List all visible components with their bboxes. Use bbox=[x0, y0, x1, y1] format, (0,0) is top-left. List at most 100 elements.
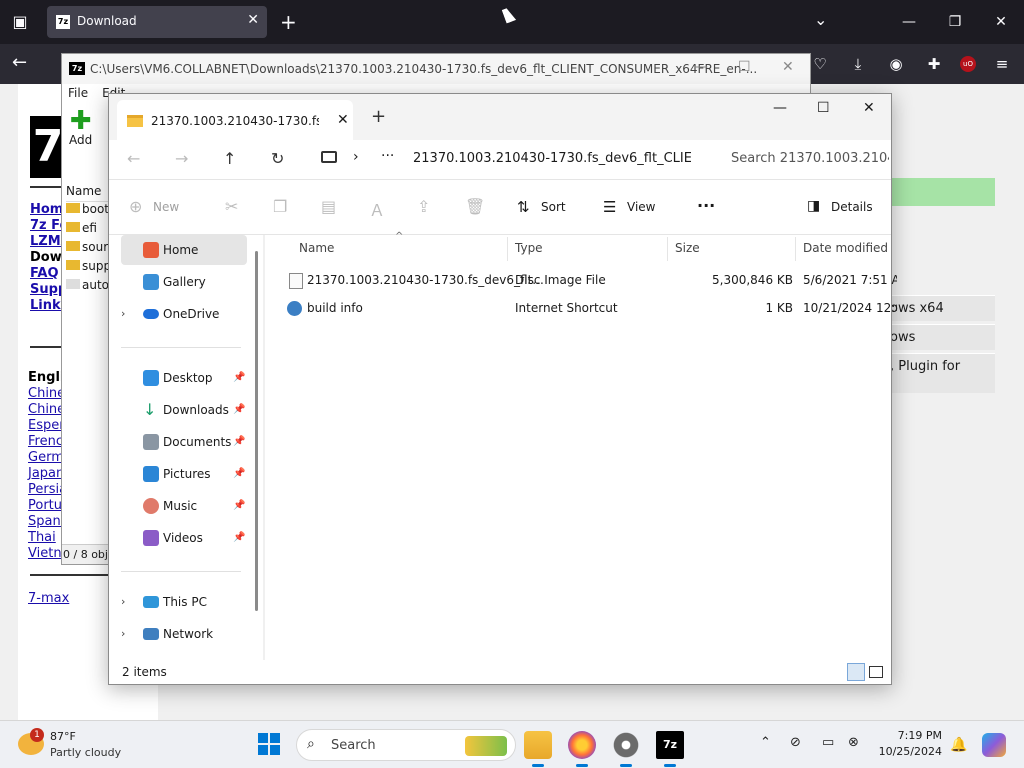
more-options-button[interactable]: ··· bbox=[697, 196, 715, 215]
close-tab-icon[interactable]: ✕ bbox=[337, 112, 349, 128]
chevron-right-icon[interactable]: › bbox=[121, 299, 125, 329]
maximize-icon[interactable]: ☐ bbox=[817, 100, 830, 116]
firefox-taskbar-icon[interactable] bbox=[568, 731, 596, 767]
tab-list-icon[interactable]: ▣ bbox=[8, 10, 32, 34]
close-window-icon[interactable]: ✕ bbox=[978, 0, 1024, 44]
pin-icon[interactable]: 📌 bbox=[233, 523, 245, 553]
minimize-icon[interactable]: — bbox=[773, 100, 787, 116]
table-row[interactable]: 21370.1003.210430-1730.fs_dev6_flt... Di… bbox=[281, 267, 897, 293]
column-header-date[interactable]: Date modified bbox=[803, 241, 888, 255]
minimize-icon[interactable]: — bbox=[886, 0, 932, 44]
table-row[interactable]: build info Internet Shortcut 1 KB 10/21/… bbox=[281, 295, 897, 321]
display-icon[interactable]: ▭ bbox=[822, 735, 834, 750]
nav-item-pictures[interactable]: Pictures 📌 bbox=[121, 459, 247, 489]
add-button[interactable]: ✚ Add bbox=[69, 108, 92, 147]
details-button[interactable]: Details bbox=[831, 200, 873, 214]
nav-scrollbar[interactable] bbox=[255, 251, 258, 611]
close-tab-icon[interactable]: ✕ bbox=[247, 12, 259, 28]
chevron-right-icon[interactable]: › bbox=[121, 587, 125, 617]
column-header-name[interactable]: Name bbox=[299, 241, 334, 255]
copilot-icon[interactable] bbox=[982, 733, 1006, 757]
list-item[interactable]: sources bbox=[66, 240, 112, 259]
up-icon[interactable]: ↑ bbox=[223, 149, 236, 168]
rename-icon[interactable]: Ａ bbox=[369, 197, 385, 221]
network-off-icon[interactable]: ⊘ bbox=[790, 735, 801, 750]
bell-icon[interactable]: 🔔 bbox=[950, 737, 967, 753]
clock[interactable]: 7:19 PM 10/25/2024 bbox=[872, 728, 942, 760]
menu-file[interactable]: File bbox=[68, 86, 88, 100]
share-icon[interactable]: ⇪ bbox=[417, 197, 430, 216]
nav-item-music[interactable]: Music 📌 bbox=[121, 491, 247, 521]
pin-icon[interactable]: 📌 bbox=[233, 363, 245, 393]
weather-temperature[interactable]: 87°F bbox=[50, 730, 76, 743]
link-7-max[interactable]: 7-max bbox=[28, 591, 69, 606]
restore-icon[interactable]: ❐ bbox=[932, 0, 978, 44]
nav-item-downloads[interactable]: ↓ Downloads 📌 bbox=[121, 395, 247, 425]
cut-icon[interactable]: ✂ bbox=[225, 197, 238, 216]
pin-icon[interactable]: 📌 bbox=[233, 491, 245, 521]
forward-icon[interactable]: → bbox=[175, 149, 188, 168]
sevenzip-taskbar-icon[interactable]: 7z bbox=[656, 731, 684, 767]
delete-icon[interactable]: 🗑 bbox=[465, 197, 485, 216]
chevron-up-icon[interactable]: ⌃ bbox=[760, 735, 771, 750]
maximize-icon[interactable]: ☐ bbox=[738, 59, 751, 75]
chevron-right-icon[interactable]: › bbox=[353, 149, 359, 165]
column-divider[interactable] bbox=[507, 237, 508, 261]
sort-button[interactable]: Sort bbox=[541, 200, 566, 214]
explorer-tab[interactable]: 21370.1003.210430-1730.fs_dev6_flt_CLIEN… bbox=[117, 100, 353, 140]
new-button[interactable]: New bbox=[153, 200, 179, 214]
pin-icon[interactable]: 📌 bbox=[233, 427, 245, 457]
nav-item-documents[interactable]: Documents 📌 bbox=[121, 427, 247, 457]
nav-item-onedrive[interactable]: › OneDrive bbox=[121, 299, 247, 329]
refresh-icon[interactable]: ↻ bbox=[271, 149, 284, 168]
list-item[interactable]: autorun bbox=[66, 278, 112, 297]
sound-muted-icon[interactable]: ⊗ bbox=[848, 735, 859, 750]
new-tab-icon[interactable]: + bbox=[371, 106, 386, 127]
downloads-icon[interactable]: ⤓ bbox=[846, 52, 870, 76]
column-header-type[interactable]: Type bbox=[515, 241, 543, 255]
explorer-status-bar: 2 items bbox=[109, 660, 891, 684]
column-header-name[interactable]: Name bbox=[66, 184, 112, 202]
nav-item-videos[interactable]: Videos 📌 bbox=[121, 523, 247, 553]
nav-item-home[interactable]: Home bbox=[121, 235, 247, 265]
close-icon[interactable]: ✕ bbox=[863, 100, 875, 116]
pin-icon[interactable]: 📌 bbox=[233, 459, 245, 489]
copy-icon[interactable]: ❐ bbox=[273, 197, 287, 216]
account-icon[interactable]: ◉ bbox=[884, 52, 908, 76]
search-input[interactable]: Search 21370.1003.210430-1730.fs_dev6 bbox=[731, 151, 889, 166]
ublock-icon[interactable]: uO bbox=[960, 56, 976, 72]
list-all-tabs-icon[interactable]: ⌄ bbox=[814, 10, 827, 29]
nav-item-network[interactable]: › Network bbox=[121, 619, 247, 649]
list-item[interactable]: support bbox=[66, 259, 112, 278]
settings-taskbar-icon[interactable] bbox=[612, 731, 640, 767]
nav-item-desktop[interactable]: Desktop 📌 bbox=[121, 363, 247, 393]
start-button[interactable] bbox=[258, 733, 280, 755]
details-view-icon[interactable] bbox=[847, 663, 865, 681]
tiles-view-icon[interactable] bbox=[869, 666, 883, 678]
address-input[interactable]: › ··· 21370.1003.210430-1730.fs_dev6_flt… bbox=[313, 147, 697, 173]
menu-icon[interactable]: ≡ bbox=[990, 52, 1014, 76]
taskbar-search[interactable]: ⌕ Search bbox=[296, 729, 516, 761]
extensions-icon[interactable]: ✚ bbox=[922, 52, 946, 76]
paste-icon[interactable]: ▤ bbox=[321, 197, 336, 216]
column-divider[interactable] bbox=[667, 237, 668, 261]
close-icon[interactable]: ✕ bbox=[782, 59, 794, 75]
column-header-size[interactable]: Size bbox=[675, 241, 700, 255]
nav-item-this-pc[interactable]: › This PC bbox=[121, 587, 247, 617]
back-icon[interactable]: ← bbox=[12, 52, 27, 73]
chevron-right-icon[interactable]: › bbox=[121, 619, 125, 649]
pin-icon[interactable]: 📌 bbox=[233, 395, 245, 425]
file-explorer-taskbar-icon[interactable] bbox=[524, 731, 552, 767]
nav-item-gallery[interactable]: Gallery bbox=[121, 267, 247, 297]
more-path-icon[interactable]: ··· bbox=[381, 148, 394, 164]
minimize-icon[interactable]: — bbox=[694, 59, 708, 75]
back-icon[interactable]: ← bbox=[127, 149, 140, 168]
weather-description[interactable]: Partly cloudy bbox=[50, 746, 121, 759]
browser-tab-download[interactable]: 7z Download ✕ bbox=[47, 6, 267, 38]
list-item[interactable]: boot bbox=[66, 202, 112, 221]
list-item[interactable]: efi bbox=[66, 221, 112, 240]
view-button[interactable]: View bbox=[627, 200, 655, 214]
new-tab-icon[interactable]: + bbox=[280, 10, 297, 34]
pocket-icon[interactable]: ♡ bbox=[808, 52, 832, 76]
column-divider[interactable] bbox=[795, 237, 796, 261]
